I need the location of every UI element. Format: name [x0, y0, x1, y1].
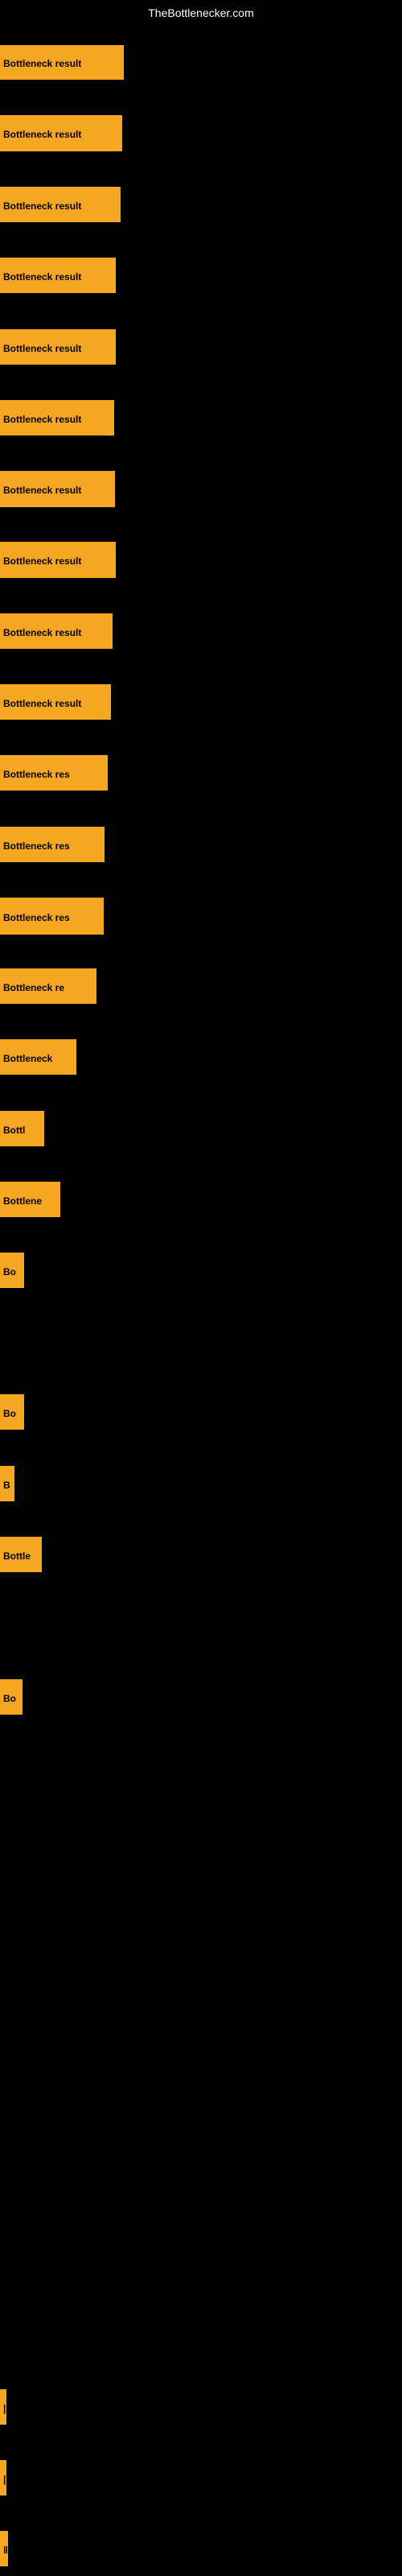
bottleneck-result-label: Bottleneck result — [0, 613, 113, 649]
bottleneck-result-label: Bottleneck res — [0, 898, 104, 935]
bottleneck-result-label: Bottleneck result — [0, 684, 111, 720]
bottleneck-result-label: Bo — [0, 1394, 24, 1430]
bottleneck-result-label: Bottleneck result — [0, 329, 116, 365]
bottleneck-result-label: Bottleneck result — [0, 471, 115, 507]
bottleneck-result-label: Bo — [0, 1253, 24, 1288]
bottleneck-result-label: Bottleneck result — [0, 400, 114, 436]
bottleneck-result-label: Bottleneck result — [0, 45, 124, 80]
bottleneck-result-label: Bo — [0, 1679, 23, 1715]
bottleneck-result-label: Bottleneck result — [0, 258, 116, 293]
bottleneck-result-label: Bottleneck — [0, 1039, 76, 1075]
bottleneck-result-label: Bottlene — [0, 1182, 60, 1217]
bottleneck-result-label: Bottle — [0, 1537, 42, 1572]
bottleneck-result-label: B — [0, 1466, 14, 1501]
bottleneck-result-label: Bottleneck result — [0, 187, 121, 222]
bottleneck-result-label: Bottleneck res — [0, 755, 108, 791]
bottleneck-result-label: Bottleneck result — [0, 115, 122, 151]
site-title: TheBottlenecker.com — [148, 6, 254, 19]
bottleneck-result-label: Bottleneck re — [0, 968, 96, 1004]
bottleneck-result-label: | — [0, 2389, 6, 2425]
bottleneck-result-label: | — [0, 2460, 6, 2496]
bottleneck-result-label: Bottl — [0, 1111, 44, 1146]
bottleneck-result-label: ‖ — [0, 2531, 8, 2566]
bottleneck-result-label: Bottleneck res — [0, 827, 105, 862]
bottleneck-result-label: Bottleneck result — [0, 542, 116, 578]
